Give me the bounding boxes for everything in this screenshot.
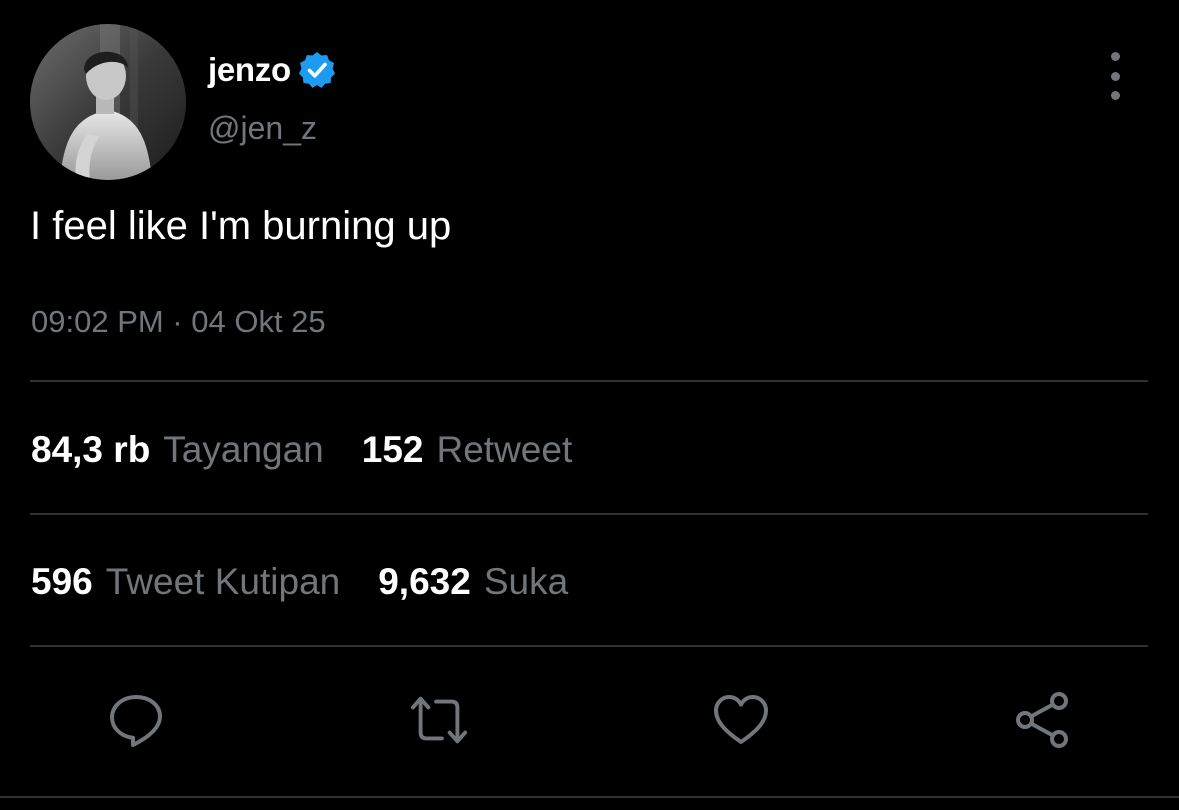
stats-row-2: 596 Tweet Kutipan 9,632 Suka [31, 560, 568, 604]
more-dot [1110, 52, 1120, 61]
like-icon [714, 695, 768, 744]
avatar[interactable] [30, 24, 186, 180]
divider [0, 796, 1179, 798]
likes-count: 9,632 [378, 561, 471, 602]
divider [30, 380, 1148, 382]
quotes-label: Tweet Kutipan [105, 561, 341, 602]
verified-badge-icon [298, 52, 335, 88]
reply-icon [110, 695, 162, 747]
retweets-count: 152 [361, 429, 424, 470]
author-display-name[interactable]: jenzo [208, 51, 291, 89]
retweets-stat[interactable]: 152 Retweet [362, 429, 572, 471]
author-name-row: jenzo [208, 48, 337, 92]
more-options-icon[interactable] [1100, 52, 1130, 100]
likes-stat[interactable]: 9,632 Suka [378, 561, 568, 603]
views-count: 84,3 rb [31, 429, 151, 470]
more-dot [1110, 71, 1120, 81]
more-dot [1110, 91, 1120, 100]
divider [30, 513, 1148, 515]
divider [30, 645, 1148, 647]
reply-button[interactable] [106, 690, 166, 750]
tweet-text: I feel like I'm burning up [30, 204, 452, 248]
retweets-label: Retweet [436, 429, 573, 470]
quotes-stat[interactable]: 596 Tweet Kutipan [31, 561, 340, 603]
author-handle[interactable]: @jen_z [208, 110, 317, 147]
views-label: Tayangan [163, 429, 324, 470]
tweet-timestamp[interactable]: 09:02 PM · 04 Okt 25 [31, 304, 326, 340]
retweet-icon [410, 696, 468, 744]
share-icon [1016, 692, 1068, 748]
share-button[interactable] [1013, 690, 1073, 750]
quotes-count: 596 [31, 561, 93, 602]
stats-row-1: 84,3 rb Tayangan 152 Retweet [31, 428, 572, 472]
avatar-image [30, 24, 186, 180]
retweet-button[interactable] [409, 690, 469, 750]
tweet-action-bar [0, 690, 1179, 750]
views-stat[interactable]: 84,3 rb Tayangan [31, 429, 324, 471]
like-button[interactable] [711, 690, 771, 750]
likes-label: Suka [483, 561, 569, 602]
